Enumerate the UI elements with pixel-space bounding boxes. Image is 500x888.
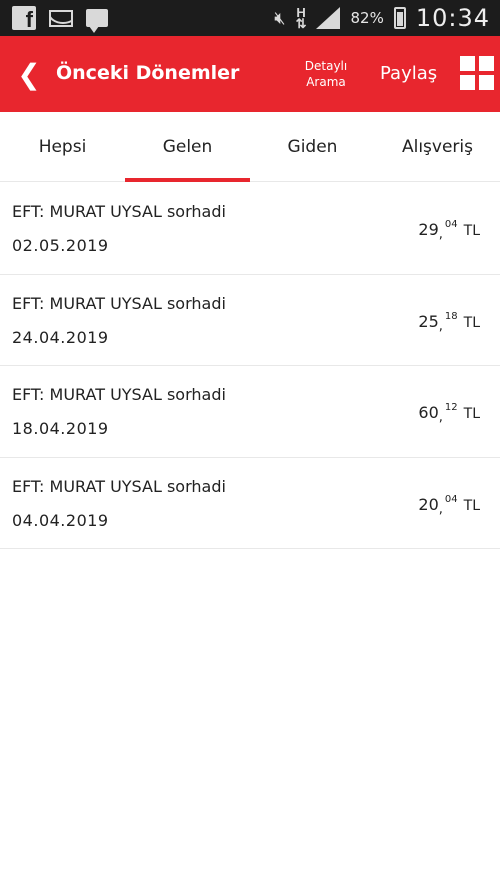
transaction-date: 18.04.2019 [12, 419, 109, 438]
transaction-date: 04.04.2019 [12, 510, 109, 530]
chevron-left-icon: ❮ [17, 57, 41, 91]
battery-icon [393, 7, 406, 29]
message-icon [86, 9, 108, 33]
network-type-label: H [296, 5, 306, 20]
detailed-search-label-line2: Arama [306, 75, 346, 89]
tab-giden[interactable]: Giden [250, 112, 375, 182]
transaction-amount: 25,18 TL [418, 310, 480, 334]
amount-integer: 25 [418, 311, 439, 331]
transaction-amount: 60,12 TL [418, 402, 480, 425]
transaction-date: 24.04.2019 [12, 327, 109, 347]
transaction-amount: 20,04 TL [418, 493, 480, 517]
amount-decimal: 04 [444, 493, 458, 505]
amount-currency: TL [463, 406, 480, 422]
amount-integer: 29 [418, 220, 439, 239]
amount-currency: TL [463, 223, 480, 239]
detailed-search-button[interactable]: Detaylı Arama [298, 58, 354, 90]
transaction-list: EFT: MURAT UYSAL sorhadi 02.05.2019 29,0… [0, 183, 500, 549]
amount-decimal: 18 [444, 310, 458, 322]
transaction-row[interactable]: EFT: MURAT UYSAL sorhadi 02.05.2019 29,0… [0, 183, 500, 275]
back-button[interactable]: ❮ [14, 56, 44, 92]
amount-integer: 60 [418, 403, 439, 422]
battery-percent: 82% [350, 9, 384, 27]
transaction-description: EFT: MURAT UYSAL sorhadi [12, 385, 226, 404]
amount-currency: TL [463, 314, 480, 331]
transaction-row[interactable]: EFT: MURAT UYSAL sorhadi 18.04.2019 60,1… [0, 366, 500, 458]
grid-icon[interactable] [460, 56, 494, 90]
app-header: ❮ Önceki Dönemler Detaylı Arama Paylaş [0, 36, 500, 112]
mute-icon: 🔇︎ [274, 7, 286, 29]
filter-tabs: Hepsi Gelen Giden Alışveriş [0, 112, 500, 182]
signal-icon [316, 7, 341, 29]
transaction-description: EFT: MURAT UYSAL sorhadi [12, 202, 226, 221]
notification-icons [12, 6, 108, 33]
transaction-date: 02.05.2019 [12, 236, 109, 255]
page-title: Önceki Dönemler [56, 62, 240, 84]
mail-icon [49, 9, 73, 27]
transaction-amount: 29,04 TL [418, 219, 480, 242]
network-type-icon: H ⇅ [295, 5, 307, 31]
transaction-description: EFT: MURAT UYSAL sorhadi [12, 293, 226, 313]
amount-currency: TL [463, 497, 480, 514]
system-indicators: 🔇︎ H ⇅ 82% 10:34 [274, 0, 490, 36]
share-button[interactable]: Paylaş [380, 63, 437, 84]
amount-decimal: 04 [444, 219, 458, 230]
amount-integer: 20 [418, 494, 439, 514]
tab-hepsi[interactable]: Hepsi [0, 112, 125, 182]
tab-gelen[interactable]: Gelen [125, 112, 250, 182]
transaction-row[interactable]: EFT: MURAT UYSAL sorhadi 24.04.2019 25,1… [0, 275, 500, 366]
clock: 10:34 [415, 4, 490, 32]
transaction-row[interactable]: EFT: MURAT UYSAL sorhadi 04.04.2019 20,0… [0, 458, 500, 549]
amount-decimal: 12 [444, 402, 458, 413]
transaction-description: EFT: MURAT UYSAL sorhadi [12, 476, 226, 496]
tab-alisveris[interactable]: Alışveriş [375, 112, 500, 182]
facebook-icon [12, 6, 36, 33]
status-bar: 🔇︎ H⇅ 82% 10:34 [0, 0, 500, 36]
detailed-search-label-line1: Detaylı [304, 59, 348, 73]
